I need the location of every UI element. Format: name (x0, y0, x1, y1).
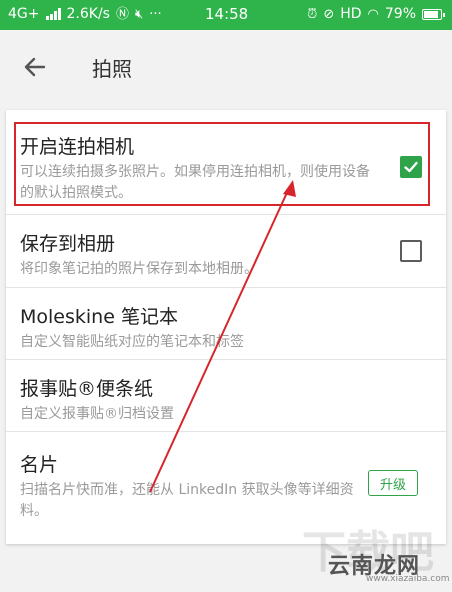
dnd-icon: ⊘ (323, 6, 335, 22)
battery-icon (422, 8, 445, 20)
dots-icon: ··· (149, 6, 162, 22)
hd-indicator: HD (340, 6, 362, 22)
setting-title: 名片 (20, 454, 59, 476)
status-bar: 4G+ 2.6K/s Ⓝ 🔇︎ ··· 14:58 ⏰︎ ⊘ HD ◠ 79% (0, 0, 452, 30)
mute-icon: 🔇︎ (134, 6, 144, 22)
setting-title: 保存到相册 (20, 233, 116, 255)
annotation-highlight-box (14, 122, 430, 206)
setting-description: 自定义智能贴纸对应的笔记本和标签 (20, 334, 244, 350)
setting-description: 将印象笔记拍的照片保存到本地相册。 (20, 261, 258, 277)
setting-title: 报事贴®便条纸 (20, 378, 154, 400)
network-type: 4G+ (8, 6, 40, 22)
setting-description: 自定义报事贴®归档设置 (20, 406, 174, 422)
status-right: ⏰︎ ⊘ HD ◠ 79% (307, 6, 445, 22)
page-title: 拍照 (92, 57, 132, 81)
upgrade-button[interactable]: 升级 (368, 470, 418, 496)
setting-save-to-album[interactable]: 保存到相册 将印象笔记拍的照片保存到本地相册。 (6, 215, 446, 288)
setting-moleskine[interactable]: Moleskine 笔记本 自定义智能贴纸对应的笔记本和标签 (6, 288, 446, 360)
save-to-album-checkbox[interactable] (400, 240, 422, 262)
battery-percent: 79% (384, 6, 416, 22)
watermark-url: www.xiazaiba.com (366, 574, 450, 584)
alarm-icon: ⏰︎ (307, 6, 318, 22)
app-bar: 拍照 (0, 30, 452, 104)
clock: 14:58 (205, 5, 249, 23)
back-arrow-icon[interactable] (20, 52, 50, 82)
wifi-icon: ◠ (367, 6, 379, 22)
network-speed: 2.6K/s (66, 6, 110, 22)
setting-post-it[interactable]: 报事贴®便条纸 自定义报事贴®归档设置 (6, 360, 446, 432)
signal-icon (45, 8, 61, 20)
nfc-icon: Ⓝ (115, 6, 129, 22)
status-left: 4G+ 2.6K/s Ⓝ 🔇︎ ··· (8, 6, 162, 22)
setting-title: Moleskine 笔记本 (20, 306, 178, 328)
